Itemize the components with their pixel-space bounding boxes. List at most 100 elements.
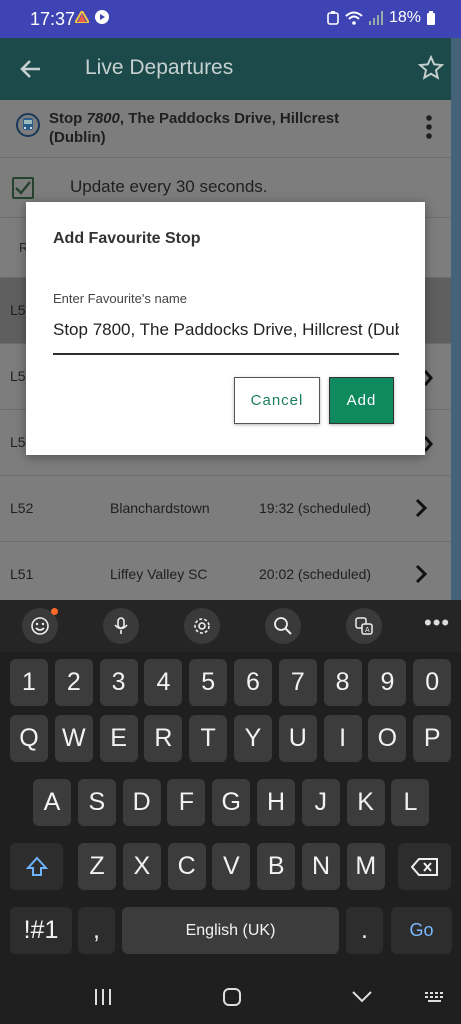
key-z[interactable]: Z: [78, 843, 116, 890]
back-arrow-icon[interactable]: [18, 56, 44, 87]
key-d[interactable]: D: [122, 779, 161, 826]
route-number: L5: [10, 302, 26, 318]
add-button[interactable]: Add: [329, 377, 394, 424]
shift-key[interactable]: [10, 843, 63, 890]
key-x[interactable]: X: [122, 843, 161, 890]
key-m[interactable]: M: [346, 843, 385, 890]
page-title: Live Departures: [85, 56, 234, 79]
departure-time: 20:02 (scheduled): [259, 566, 372, 582]
favourite-name-field: [53, 314, 399, 355]
keyboard-switch-icon[interactable]: [424, 990, 446, 1009]
key-4[interactable]: 4: [144, 659, 183, 706]
key-p[interactable]: P: [413, 715, 452, 762]
key-7[interactable]: 7: [278, 659, 317, 706]
key-b[interactable]: B: [257, 843, 296, 890]
bus-icon: [16, 113, 40, 142]
destination: Blanchardstown: [110, 500, 210, 516]
route-number: L5: [10, 434, 26, 450]
route-number: L5: [10, 368, 26, 384]
status-bar: 17:37 18%: [0, 0, 461, 38]
comma-key[interactable]: ,: [78, 907, 115, 954]
more-icon[interactable]: •••: [424, 610, 450, 636]
key-2[interactable]: 2: [54, 659, 93, 706]
key-f[interactable]: F: [167, 779, 206, 826]
keyboard: A ••• 1234567890QWERTYUIOPASDFGHJKLZXCVB…: [0, 600, 461, 968]
destination: Liffey Valley SC: [110, 566, 208, 582]
scrollbar[interactable]: [451, 38, 461, 600]
key-t[interactable]: T: [189, 715, 228, 762]
key-n[interactable]: N: [302, 843, 340, 890]
backspace-icon: [410, 857, 438, 876]
stop-header: Stop 7800, The Paddocks Drive, Hillcrest…: [0, 100, 451, 158]
data-saver-icon: [327, 11, 339, 25]
checkmark-icon: [15, 181, 31, 195]
cancel-button[interactable]: Cancel: [234, 377, 320, 424]
update-label: Update every 30 seconds.: [70, 177, 268, 196]
route-number: L52: [10, 500, 34, 516]
key-8[interactable]: 8: [323, 659, 362, 706]
departure-row[interactable]: L51 Liffey Valley SC 20:02 (scheduled): [0, 542, 451, 608]
key-l[interactable]: L: [391, 779, 430, 826]
key-j[interactable]: J: [301, 779, 340, 826]
status-system-icons: 18%: [327, 9, 435, 27]
navigation-bar: [0, 968, 461, 1024]
key-1[interactable]: 1: [10, 659, 48, 706]
key-w[interactable]: W: [54, 715, 93, 762]
wifi-icon: [345, 11, 363, 25]
search-icon[interactable]: [265, 608, 301, 644]
key-e[interactable]: E: [99, 715, 138, 762]
status-time: 17:37: [30, 9, 76, 29]
departure-time: 19:32 (scheduled): [259, 500, 372, 516]
shift-icon: [25, 856, 48, 876]
key-s[interactable]: S: [77, 779, 116, 826]
backspace-key[interactable]: [398, 843, 451, 890]
space-key[interactable]: English (UK): [122, 907, 339, 954]
hide-keyboard-icon[interactable]: [351, 990, 373, 1009]
home-icon[interactable]: [222, 987, 242, 1012]
more-options-icon[interactable]: [424, 114, 434, 145]
key-6[interactable]: 6: [234, 659, 272, 706]
stop-name: Stop 7800, The Paddocks Drive, Hillcrest…: [49, 110, 340, 146]
app-bar: Live Departures: [0, 38, 461, 100]
favourite-star-icon[interactable]: [417, 54, 445, 86]
drive-icon: [75, 11, 89, 23]
symbols-key[interactable]: !#1: [10, 907, 72, 954]
add-favourite-dialog: Add Favourite Stop Enter Favourite's nam…: [26, 202, 425, 455]
recent-apps-icon[interactable]: [93, 988, 113, 1011]
key-r[interactable]: R: [144, 715, 183, 762]
key-9[interactable]: 9: [368, 659, 407, 706]
stop-number: 7800: [86, 110, 120, 127]
field-label: Enter Favourite's name: [53, 291, 187, 306]
settings-icon[interactable]: [184, 608, 220, 644]
key-q[interactable]: Q: [10, 715, 48, 762]
period-key[interactable]: .: [346, 907, 383, 954]
dialog-title: Add Favourite Stop: [53, 230, 201, 247]
key-c[interactable]: C: [167, 843, 206, 890]
key-u[interactable]: U: [278, 715, 317, 762]
translate-icon[interactable]: A: [346, 608, 382, 644]
departure-row[interactable]: L52 Blanchardstown 19:32 (scheduled): [0, 476, 451, 542]
key-0[interactable]: 0: [413, 659, 452, 706]
battery-icon: [427, 11, 435, 25]
go-key[interactable]: Go: [391, 907, 452, 954]
key-5[interactable]: 5: [189, 659, 228, 706]
key-k[interactable]: K: [346, 779, 385, 826]
key-g[interactable]: G: [212, 779, 251, 826]
status-app-icons: [75, 10, 109, 24]
key-a[interactable]: A: [33, 779, 71, 826]
notification-dot: [51, 608, 58, 615]
key-3[interactable]: 3: [99, 659, 138, 706]
key-v[interactable]: V: [212, 843, 251, 890]
keyboard-toolbar: A •••: [0, 600, 461, 652]
battery-level: 18%: [388, 9, 421, 26]
favourite-name-input[interactable]: [53, 314, 399, 340]
key-o[interactable]: O: [368, 715, 407, 762]
mic-icon[interactable]: [103, 608, 139, 644]
chevron-right-icon[interactable]: [413, 563, 429, 588]
key-h[interactable]: H: [257, 779, 295, 826]
key-y[interactable]: Y: [234, 715, 272, 762]
key-i[interactable]: I: [323, 715, 362, 762]
chevron-right-icon[interactable]: [413, 497, 429, 522]
play-icon: [95, 10, 109, 24]
update-checkbox[interactable]: [12, 177, 34, 199]
